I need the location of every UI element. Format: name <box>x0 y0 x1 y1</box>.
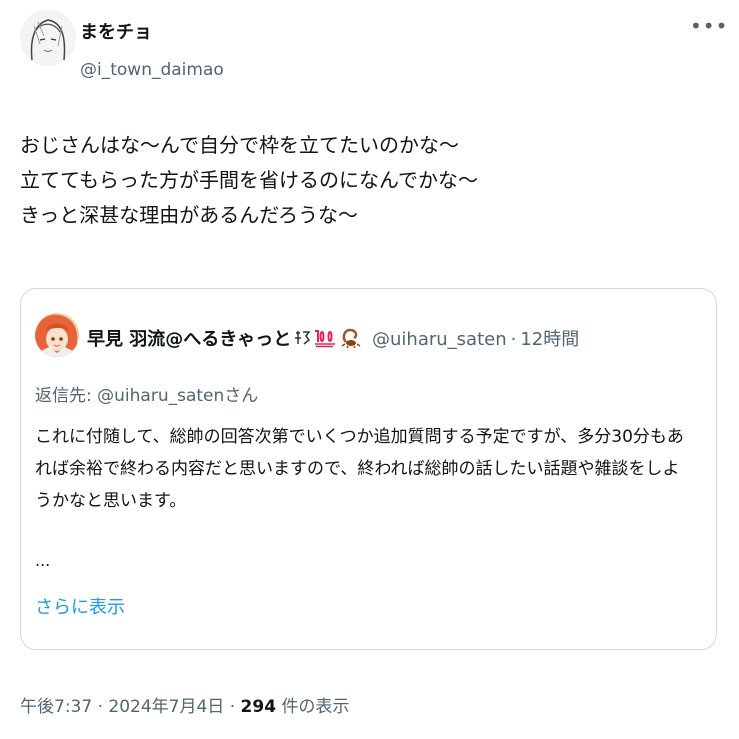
reply-suffix: さん <box>224 386 259 406</box>
fire-kanji-badge-icon <box>292 328 312 353</box>
view-count-label: 件の表示 <box>281 697 350 717</box>
tweet-text: おじさんはな〜んで自分で枠を立てたいのかな〜 立ててもらった方が手間を省けるのに… <box>20 128 720 233</box>
hundred-points-icon <box>313 328 339 353</box>
quote-header: 早見 羽流@へるきゃっと @uiharu_saten · 12時間 <box>87 325 579 353</box>
view-count: 294 <box>240 697 277 717</box>
quote-author-handle[interactable]: @uiharu_saten <box>372 329 507 350</box>
reply-to-line: 返信先: @uiharu_satenさん <box>35 381 258 406</box>
quote-author-avatar[interactable] <box>35 313 79 357</box>
quote-text: これに付随して、総帥の回答次第でいくつか追加質問する予定ですが、多分30分もあ … <box>35 421 705 517</box>
tweet-line: きっと深甚な理由があるんだろうな〜 <box>20 203 358 227</box>
show-more-link[interactable]: さらに表示 <box>35 593 125 619</box>
post-date[interactable]: 2024年7月4日 <box>108 697 224 717</box>
separator-dot: · <box>510 329 517 350</box>
separator-dot: · <box>229 697 236 717</box>
tweet-line: おじさんはな〜んで自分で枠を立てたいのかな〜 <box>20 133 459 157</box>
more-horizontal-icon[interactable]: ••• <box>690 14 728 38</box>
author-avatar[interactable] <box>20 10 76 66</box>
tweet-line: 立ててもらった方が手間を省けるのになんでかな〜 <box>20 168 478 192</box>
author-handle[interactable]: @i_town_daimao <box>80 60 224 80</box>
reply-handle[interactable]: @uiharu_saten <box>97 386 224 406</box>
tweet-footer: 午後7:37 · 2024年7月4日 · 294 件の表示 <box>20 692 349 717</box>
quote-line: うかなと思います。 <box>35 491 187 511</box>
separator-dot: · <box>97 697 103 717</box>
quote-line: れば余裕で終わる内容だと思いますので、終われば総帥の話したい話題や雑談をしよ <box>35 459 680 479</box>
quote-ellipsis: ... <box>35 551 51 570</box>
post-time[interactable]: 午後7:37 <box>20 697 92 717</box>
author-name[interactable]: まをチョ <box>80 18 152 44</box>
quote-author-name[interactable]: 早見 羽流@へるきゃっと <box>87 329 291 350</box>
scorpion-icon <box>340 328 362 353</box>
quoted-tweet-card[interactable]: 早見 羽流@へるきゃっと @uiharu_saten · 12時間 返信先: @ui… <box>20 288 717 650</box>
quote-line: これに付随して、総帥の回答次第でいくつか追加質問する予定ですが、多分30分もあ <box>35 427 684 447</box>
reply-prefix: 返信先: <box>35 386 98 406</box>
quote-time[interactable]: 12時間 <box>520 329 579 350</box>
